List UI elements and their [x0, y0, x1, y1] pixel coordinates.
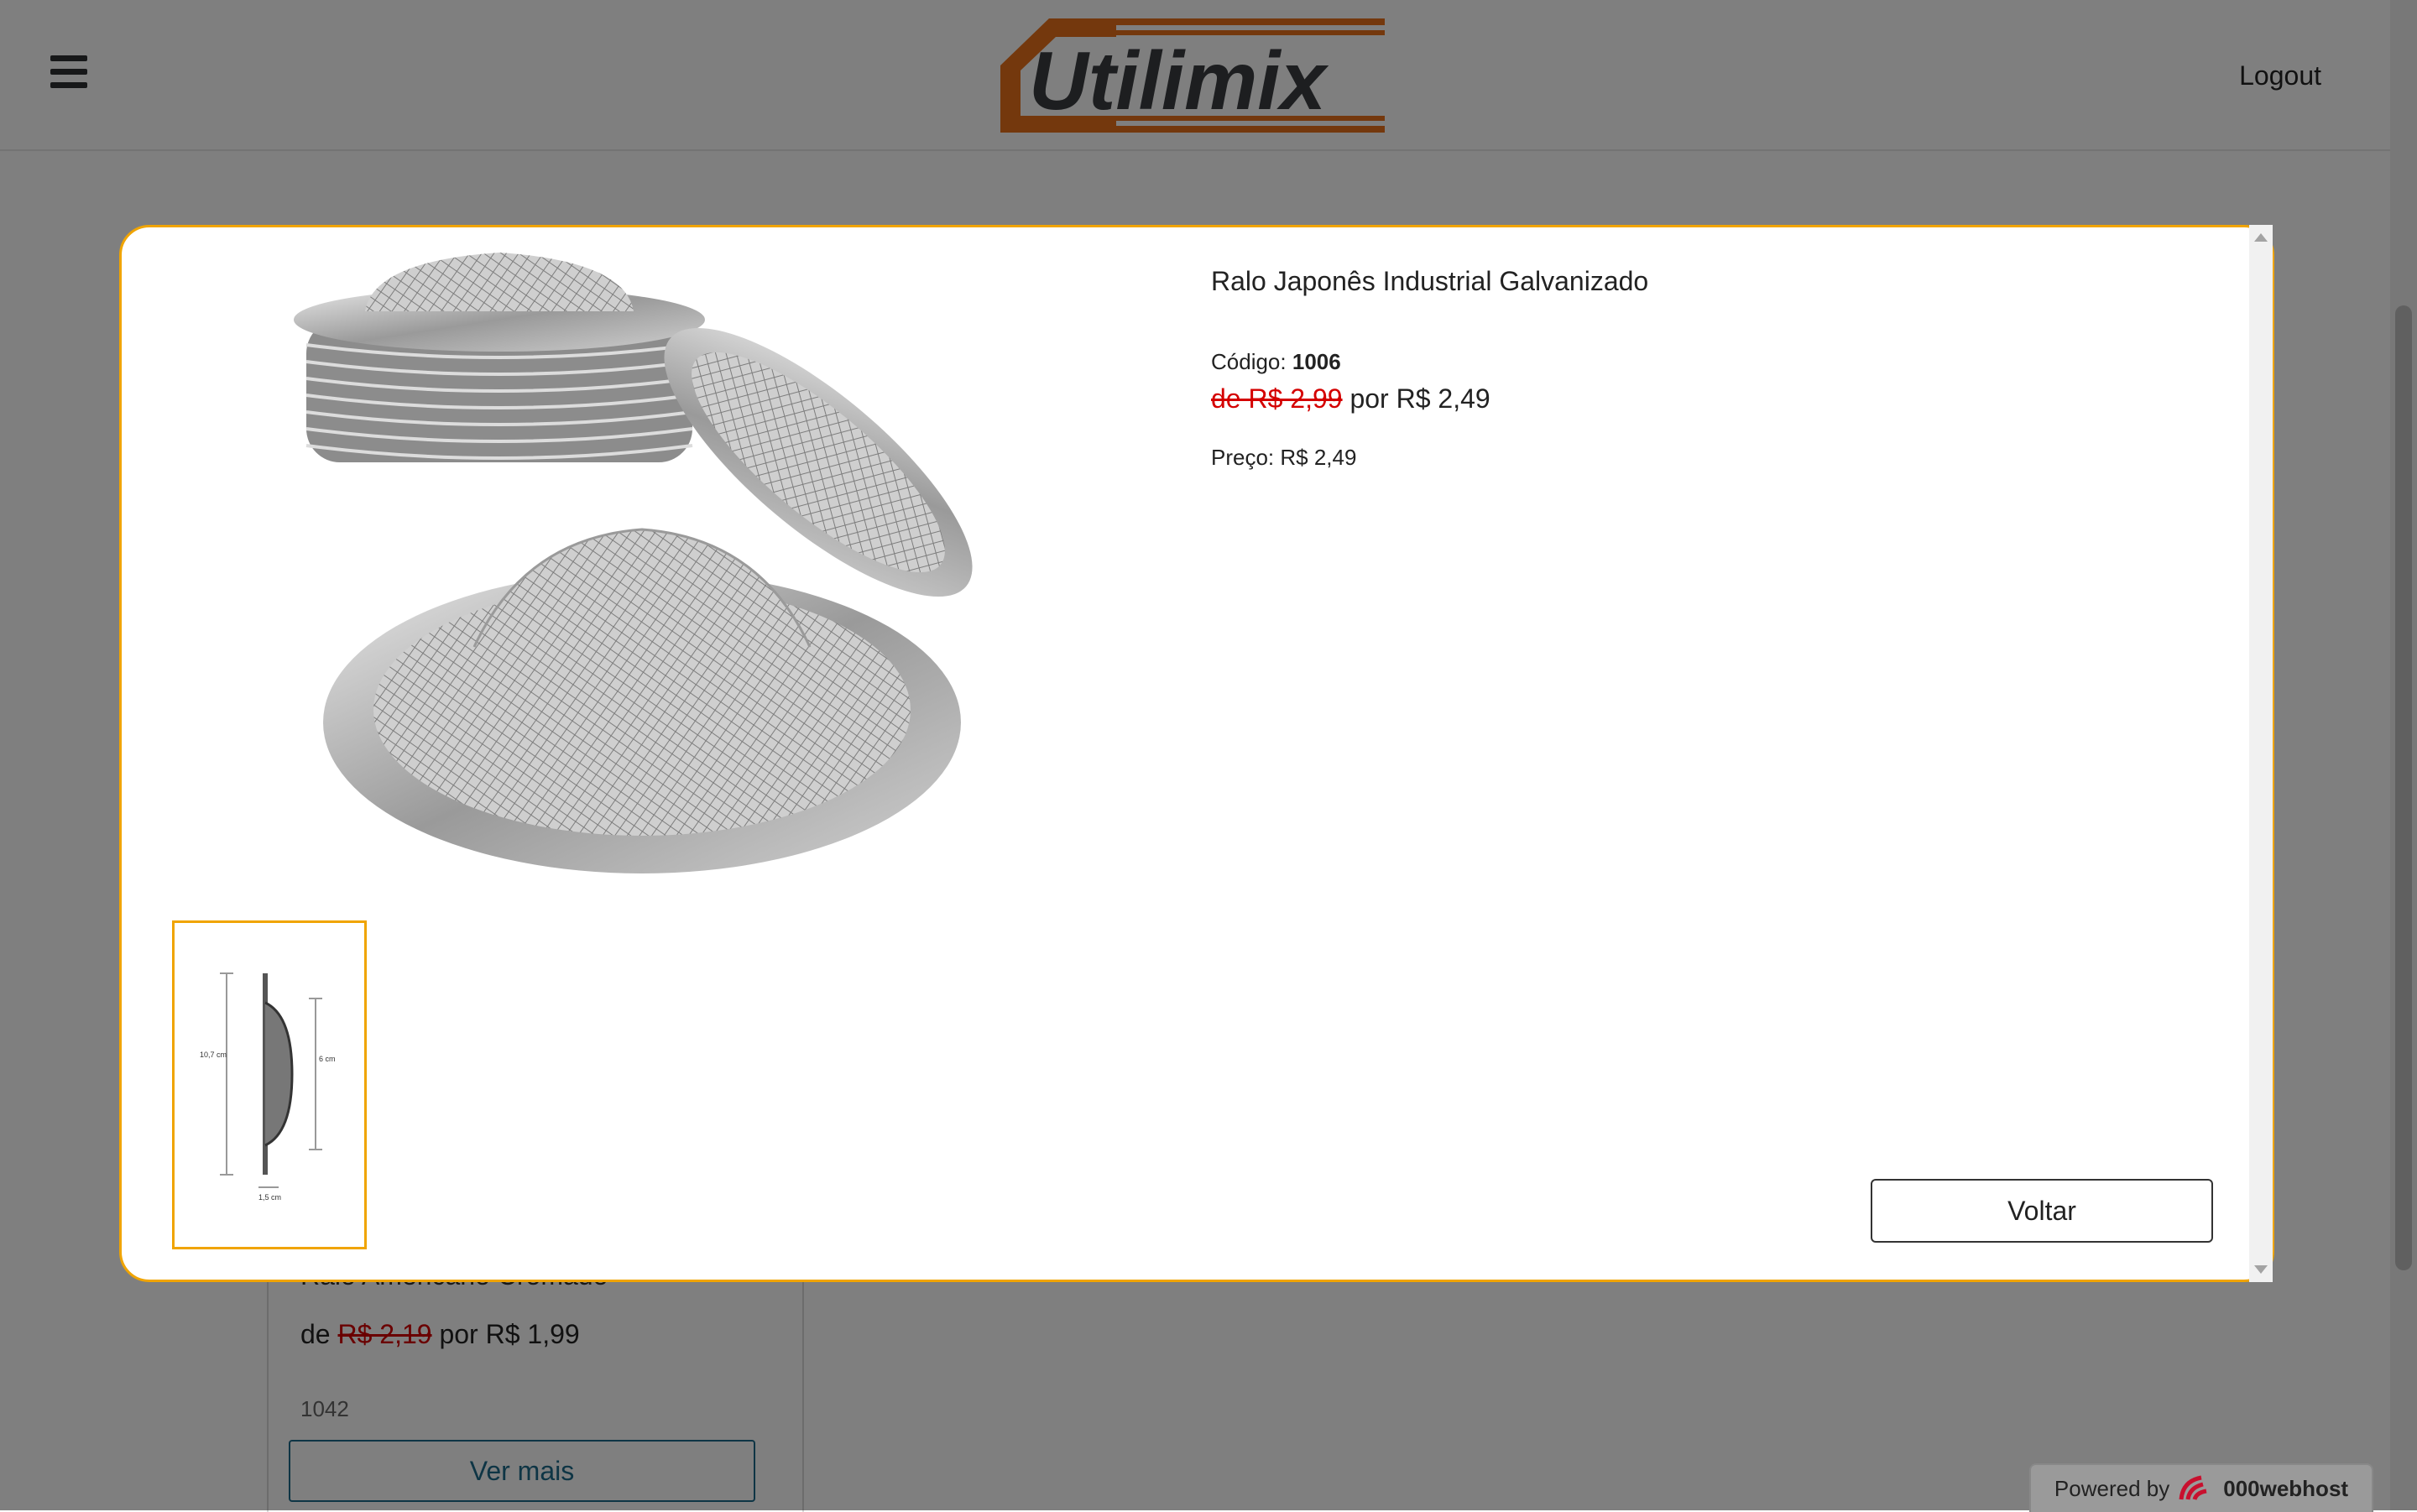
webhost-logo-icon: [2179, 1475, 2207, 1500]
scroll-down-icon[interactable]: [2254, 1265, 2268, 1274]
thumbnail-width-label: 1,5 cm: [258, 1193, 281, 1202]
product-code: Código: 1006: [1211, 349, 2218, 375]
product-preco: Preço: R$ 2,49: [1211, 445, 2218, 471]
powered-by-brand: 000webhost: [2223, 1475, 2349, 1501]
modal-scrollbar[interactable]: [2249, 225, 2273, 1282]
preco-value: R$ 2,49: [1280, 445, 1357, 470]
product-price: de R$ 2,99 por R$ 2,49: [1211, 383, 2218, 414]
code-label: Código:: [1211, 349, 1287, 374]
thumbnail-height-label: 10,7 cm: [200, 1051, 227, 1059]
back-button[interactable]: Voltar: [1871, 1179, 2213, 1243]
new-price: por R$ 2,49: [1349, 383, 1490, 414]
old-price: de R$ 2,99: [1211, 383, 1343, 414]
product-title: Ralo Japonês Industrial Galvanizado: [1211, 266, 1649, 296]
strainer-front: [323, 528, 961, 873]
powered-by-badge[interactable]: Powered by 000webhost: [2029, 1463, 2373, 1512]
strainer-stack: [294, 253, 705, 462]
thumbnail-dimension-image: 10,7 cm 6 cm 1,5 cm: [200, 972, 336, 1202]
product-details: Ralo Japonês Industrial Galvanizado Códi…: [1211, 266, 2218, 471]
preco-label: Preço:: [1211, 445, 1275, 470]
product-main-image: [294, 253, 973, 873]
thumbnail-depth-label: 6 cm: [319, 1055, 336, 1063]
product-thumbnail[interactable]: 10,7 cm 6 cm 1,5 cm: [172, 920, 367, 1249]
product-detail-modal: 10,7 cm 6 cm 1,5 cm Ralo Japonês Industr…: [119, 225, 2274, 1282]
code-value: 1006: [1292, 349, 1341, 374]
scroll-up-icon[interactable]: [2254, 233, 2268, 242]
powered-by-label: Powered by: [2054, 1475, 2170, 1501]
